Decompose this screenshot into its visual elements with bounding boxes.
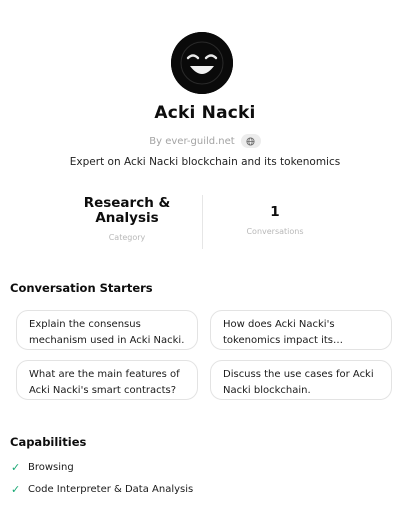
- capability-label: Browsing: [28, 462, 74, 473]
- gpt-description: Expert on Acki Nacki blockchain and its …: [69, 156, 341, 168]
- starter-text: What are the main features of Acki Nacki…: [29, 369, 180, 396]
- conversations-value: 1: [270, 204, 280, 220]
- website-link[interactable]: [240, 134, 261, 148]
- conversations-stat: 1 Conversations: [200, 196, 350, 237]
- stats-row: Research & Analysis Category 1 Conversat…: [0, 196, 410, 250]
- conversations-label: Conversations: [246, 227, 304, 236]
- capability-label: Code Interpreter & Data Analysis: [28, 484, 194, 495]
- starter-card[interactable]: How does Acki Nacki's tokenomics impact …: [210, 310, 392, 350]
- smiley-avatar-icon: [171, 32, 233, 94]
- capability-item: ✓ Browsing: [11, 461, 74, 474]
- capabilities-title: Capabilities: [10, 435, 87, 449]
- globe-icon: [246, 136, 255, 146]
- category-label: Category: [108, 233, 146, 242]
- check-icon: ✓: [11, 461, 21, 474]
- starter-card[interactable]: Explain the consensus mechanism used in …: [16, 310, 198, 350]
- starter-text: Discuss the use cases for Acki Nacki blo…: [223, 369, 374, 396]
- starter-card[interactable]: What are the main features of Acki Nacki…: [16, 360, 198, 400]
- gpt-name: Acki Nacki: [154, 103, 256, 123]
- byline-text: By ever-guild.net: [149, 135, 235, 147]
- category-value: Research & Analysis: [83, 195, 171, 226]
- stats-divider: [202, 195, 203, 249]
- starters-title: Conversation Starters: [10, 281, 153, 295]
- capability-item: ✓ Code Interpreter & Data Analysis: [11, 483, 193, 496]
- starter-card[interactable]: Discuss the use cases for Acki Nacki blo…: [210, 360, 392, 400]
- gpt-avatar: [171, 32, 233, 94]
- starter-text: How does Acki Nacki's tokenomics impact …: [223, 319, 335, 346]
- category-stat: Research & Analysis Category: [52, 195, 202, 243]
- check-icon: ✓: [11, 483, 21, 496]
- byline: By ever-guild.net: [0, 134, 410, 148]
- starter-text: Explain the consensus mechanism used in …: [29, 319, 185, 346]
